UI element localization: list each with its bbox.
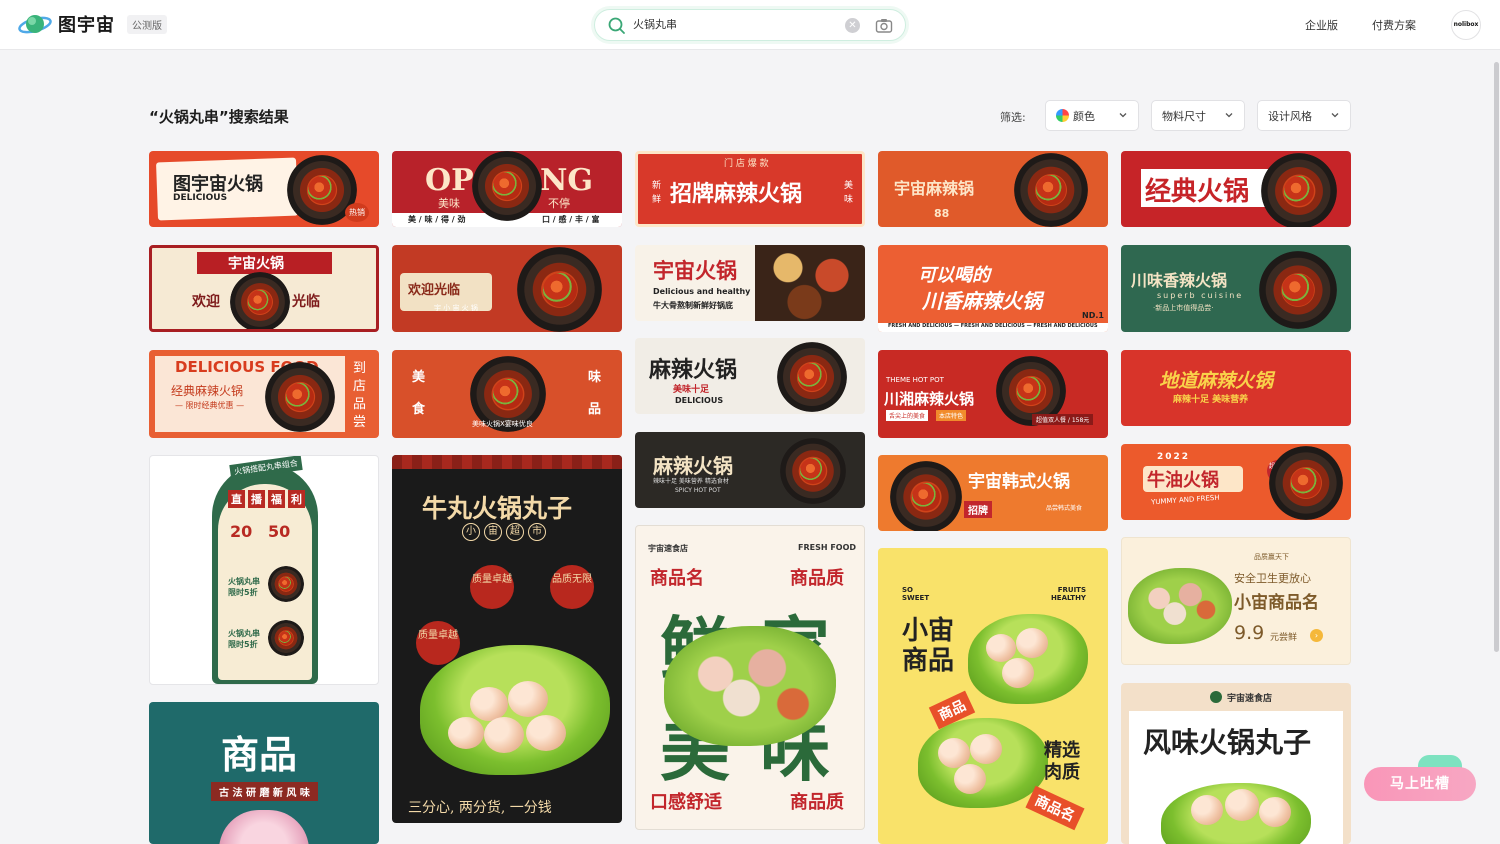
nav-pricing[interactable]: 付费方案 (1372, 17, 1416, 33)
filter-size[interactable]: 物料尺寸 (1151, 100, 1245, 131)
chevron-down-icon (1331, 113, 1339, 118)
hotpot-image (1014, 153, 1088, 227)
template-card[interactable]: 地道麻辣火锅 麻辣十足 美味营养 (1121, 350, 1351, 426)
template-card[interactable]: 经典火锅 (1121, 151, 1351, 227)
filter-style-label: 设计风格 (1268, 109, 1312, 123)
template-card[interactable]: 宇宙火锅 欢迎 光临 (149, 245, 379, 332)
filter-color[interactable]: 颜色 (1045, 100, 1139, 131)
filter-label: 筛选: (1000, 111, 1026, 124)
template-card[interactable]: DELICIOUS FOOD 经典麻辣火锅 — 限时经典优惠 — 到店品尝 (149, 350, 379, 438)
template-card[interactable]: 欢迎光临 宇 小 宙 火 锅 (392, 245, 622, 332)
filter-size-label: 物料尺寸 (1162, 109, 1206, 123)
template-card[interactable]: 川味香辣火锅 superb cuisine ·新品上市值得品尝· (1121, 245, 1351, 332)
hotpot-image (780, 438, 846, 504)
filter-style[interactable]: 设计风格 (1257, 100, 1351, 131)
template-card[interactable]: 宇宙火锅 Delicious and healthy 牛大骨熬制新鲜好锅底 (635, 245, 865, 321)
camera-icon[interactable] (875, 17, 893, 35)
food-image (664, 626, 836, 746)
template-card[interactable]: 宇宙麻辣锅 88 (878, 151, 1108, 227)
template-card[interactable]: 美 食 味 品 美味火锅X宴味优良 (392, 350, 622, 438)
search-input[interactable] (633, 17, 833, 30)
hotpot-image (517, 247, 602, 332)
template-card[interactable]: 商品 古 法 研 磨 新 风 味 (149, 702, 379, 844)
scrollbar[interactable] (1494, 62, 1499, 652)
hotpot-image (890, 461, 962, 531)
nav-enterprise[interactable]: 企业版 (1305, 17, 1338, 33)
template-card[interactable]: OP NG 美味 不停 美 / 味 / 得 / 劲 口 / 感 / 丰 / 富 (392, 151, 622, 227)
color-wheel-icon (1056, 109, 1069, 122)
chevron-down-icon (1119, 113, 1127, 118)
template-card[interactable]: 宇宙速食店 FRESH FOOD 商品名 商品质 鲜 家 美 味 口感舒适 商品… (635, 525, 865, 830)
template-card[interactable]: 宇宙速食店 风味火锅丸子 (1121, 683, 1351, 844)
template-card[interactable]: 麻辣火锅 美味十足 DELICIOUS (635, 338, 865, 414)
template-card[interactable]: 可以喝的 川香麻辣火锅 ND.1 FRESH AND DELICIOUS — F… (878, 245, 1108, 332)
brand-logo-icon (1210, 691, 1222, 703)
template-card[interactable]: SO SWEET FRUITS HEALTHY 小宙商品 商品 精选肉质 商品名 (878, 548, 1108, 844)
chevron-down-icon (1225, 113, 1233, 118)
template-card[interactable]: THEME HOT POT 川湘麻辣火锅 舌尖上的美食 本店特色 超值双人餐 /… (878, 350, 1108, 438)
hotpot-image (265, 362, 335, 432)
search-icon (608, 17, 625, 34)
hotpot-image (1269, 446, 1343, 520)
template-card[interactable]: 图宇宙火锅 DELICIOUS 热销 (149, 151, 379, 227)
clear-icon[interactable]: ✕ (845, 18, 860, 33)
template-card[interactable]: 门 店 爆 款 招牌麻辣火锅 新 鲜 美 味 (635, 151, 865, 227)
template-card[interactable]: 麻辣火锅 辣味十足 美味营养 精选食材 SPICY HOT POT (635, 432, 865, 508)
avatar[interactable]: nolibox (1451, 10, 1481, 40)
template-card[interactable]: 牛丸火锅丸子 小 宙 超 市 质量卓越 品质无限 质量卓越 三分心, 两分货, … (392, 455, 622, 823)
results-title: “火锅丸串”搜索结果 (149, 108, 289, 126)
hotpot-image (230, 272, 290, 329)
hotpot-image (1259, 251, 1337, 329)
feedback-button[interactable]: 马上吐槽 (1364, 767, 1476, 801)
hotpot-image (777, 342, 847, 412)
search-bar[interactable]: ✕ (594, 9, 906, 41)
beta-badge: 公测版 (127, 14, 167, 34)
hotpot-image (1261, 153, 1337, 227)
food-image (1128, 568, 1232, 644)
logo[interactable]: 图宇宙 公测版 (18, 10, 167, 38)
planet-logo-icon (18, 10, 52, 38)
hotpot-image (472, 151, 542, 221)
arrow-right-icon: › (1310, 629, 1323, 642)
template-card[interactable]: 品质赢天下 安全卫生更放心 小宙商品名 9.9 元尝鲜 › (1121, 537, 1351, 665)
template-card[interactable]: 2022 牛油火锅 YUMMY AND FRESH 超级美味 (1121, 444, 1351, 520)
template-card[interactable]: 宇宙韩式火锅 招牌 品尝韩式美食 (878, 455, 1108, 531)
template-card[interactable]: 火锅搭配丸串组合 直 播 福 利 20 50 火锅丸串 限时5折 火锅丸串 限时… (149, 455, 379, 685)
logo-text: 图宇宙 (58, 15, 115, 36)
top-header: 图宇宙 公测版 ✕ 企业版 付费方案 nolibox (0, 0, 1500, 50)
food-image (755, 245, 865, 321)
filter-color-label: 颜色 (1073, 109, 1095, 123)
